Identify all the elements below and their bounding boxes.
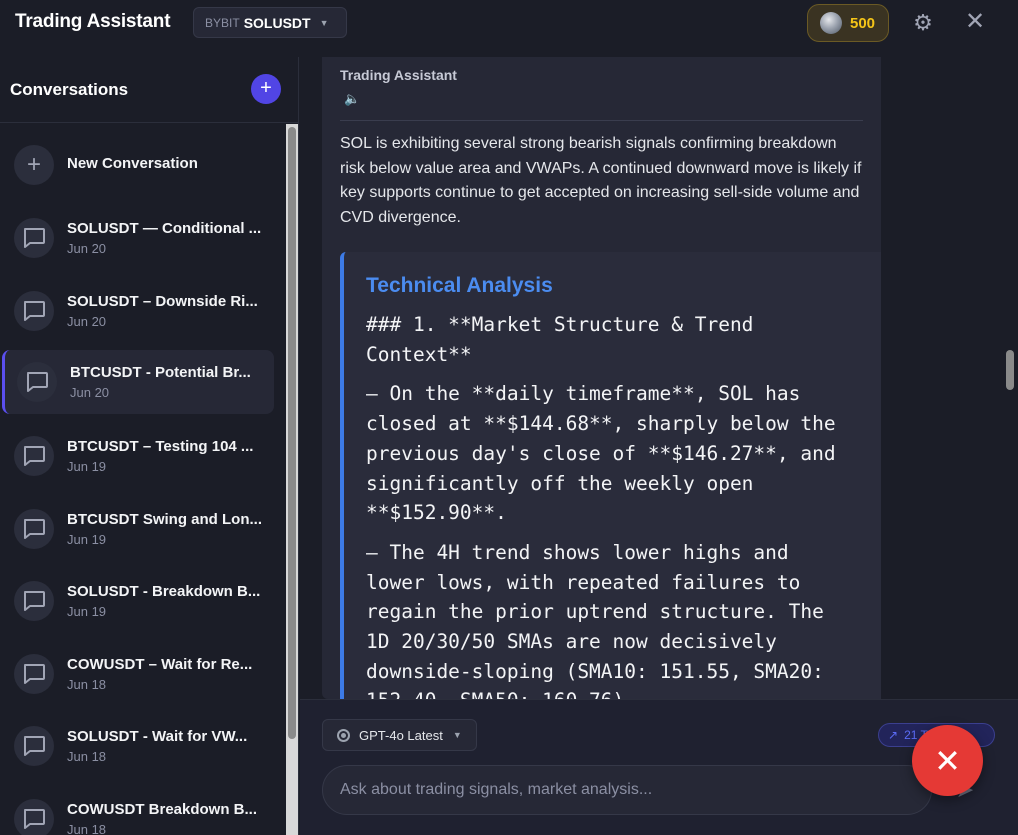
sidebar-scroll-thumb[interactable]: [288, 127, 296, 739]
plus-icon: +: [14, 145, 54, 185]
model-selector[interactable]: GPT-4o Latest ▼: [322, 719, 477, 751]
chat-bubble-icon: [14, 291, 54, 331]
conversation-list: + New Conversation SOLUSDT — Conditional…: [0, 124, 285, 835]
exchange-label: BYBIT: [205, 15, 240, 30]
conversation-item[interactable]: SOLUSDT - Breakdown B... Jun 19: [2, 569, 274, 633]
chat-scroll-thumb[interactable]: [1006, 350, 1014, 390]
credits-badge[interactable]: 500: [807, 4, 889, 42]
add-conversation-button[interactable]: +: [251, 74, 281, 104]
conversation-date: Jun 18: [67, 749, 107, 764]
chat-bubble-icon: [14, 799, 54, 835]
app-root: Trading Assistant BYBIT SOLUSDT ▼ 500 ⚙ …: [0, 0, 1018, 835]
assistant-message: Trading Assistant 🔈 SOL is exhibiting se…: [322, 57, 881, 699]
trending-up-icon: ↗: [888, 728, 899, 742]
conversation-item[interactable]: COWUSDT Breakdown B... Jun 18: [2, 787, 274, 835]
technical-analysis-block: Technical Analysis ### 1. **Market Struc…: [340, 252, 881, 699]
chat-input[interactable]: [322, 765, 932, 815]
app-title: Trading Assistant: [15, 11, 171, 32]
conversation-title: COWUSDT Breakdown B...: [67, 801, 258, 818]
conversation-item[interactable]: SOLUSDT - Wait for VW... Jun 18: [2, 714, 274, 778]
conversation-item[interactable]: COWUSDT – Wait for Re... Jun 18: [2, 642, 274, 706]
conversation-title: SOLUSDT – Downside Ri...: [67, 293, 258, 310]
chevron-down-icon: ▼: [319, 17, 329, 28]
close-icon[interactable]: ✕: [963, 9, 987, 35]
top-bar: Trading Assistant BYBIT SOLUSDT ▼ 500 ⚙ …: [0, 0, 1018, 46]
sidebar-header: Conversations +: [0, 57, 299, 123]
chat-bubble-icon: [14, 436, 54, 476]
analysis-paragraph: – On the **daily timeframe**, SOL has cl…: [366, 382, 848, 525]
gear-icon[interactable]: ⚙: [910, 10, 936, 36]
pair-selector[interactable]: BYBIT SOLUSDT ▼: [193, 7, 347, 38]
chat-bubble-icon: [14, 218, 54, 258]
conversation-item[interactable]: SOLUSDT – Downside Ri... Jun 20: [2, 279, 274, 343]
conversation-date: Jun 18: [67, 822, 107, 835]
analysis-paragraph: ### 1. **Market Structure & Trend Contex…: [366, 313, 766, 366]
new-conversation-label: New Conversation: [67, 155, 198, 172]
new-conversation-button[interactable]: + New Conversation: [2, 133, 274, 197]
conversation-title: BTCUSDT – Testing 104 ...: [67, 438, 254, 455]
coin-icon: [820, 12, 842, 34]
chat-bubble-icon: [14, 726, 54, 766]
conversation-item[interactable]: SOLUSDT — Conditional ... Jun 20: [2, 206, 274, 270]
chat-bubble-icon: [17, 362, 57, 402]
symbol-label: SOLUSDT: [243, 14, 311, 31]
chevron-down-icon: ▼: [452, 730, 462, 740]
speaker-icon[interactable]: 🔈: [344, 91, 360, 107]
credits-value: 500: [850, 14, 876, 32]
chat-area: Trading Assistant 🔈 SOL is exhibiting se…: [300, 57, 1004, 699]
conversation-item[interactable]: BTCUSDT Swing and Lon... Jun 19: [2, 497, 274, 561]
sidebar-title: Conversations: [10, 80, 129, 99]
conversation-date: Jun 20: [70, 385, 110, 400]
conversation-date: Jun 20: [67, 314, 107, 329]
close-chat-button[interactable]: ✕: [912, 725, 983, 796]
chat-bubble-icon: [14, 581, 54, 621]
conversation-title: SOLUSDT - Breakdown B...: [67, 583, 261, 600]
message-summary: SOL is exhibiting several strong bearish…: [340, 135, 862, 226]
analysis-body: ### 1. **Market Structure & Trend Contex…: [366, 310, 846, 699]
analysis-heading: Technical Analysis: [366, 274, 553, 297]
conversation-title: SOLUSDT — Conditional ...: [67, 220, 262, 237]
conversation-date: Jun 19: [67, 459, 107, 474]
conversation-title: COWUSDT – Wait for Re...: [67, 656, 253, 673]
divider: [340, 120, 863, 121]
analysis-paragraph: – The 4H trend shows lower highs and low…: [366, 540, 824, 699]
model-label: GPT-4o Latest: [359, 727, 443, 743]
message-author: Trading Assistant: [340, 67, 457, 83]
conversation-date: Jun 18: [67, 677, 107, 692]
conversation-item-active[interactable]: BTCUSDT - Potential Br... Jun 20: [2, 350, 274, 414]
conversation-title: BTCUSDT - Potential Br...: [70, 364, 251, 381]
sidebar: Conversations + + New Conversation SOLUS…: [0, 57, 299, 835]
chat-bubble-icon: [14, 654, 54, 694]
conversation-date: Jun 19: [67, 604, 107, 619]
conversation-title: BTCUSDT Swing and Lon...: [67, 511, 262, 528]
conversation-item[interactable]: BTCUSDT – Testing 104 ... Jun 19: [2, 424, 274, 488]
chat-bubble-icon: [14, 509, 54, 549]
conversation-date: Jun 19: [67, 532, 107, 547]
conversation-title: SOLUSDT - Wait for VW...: [67, 728, 248, 745]
composer: GPT-4o Latest ▼ ↗ 21 Triggers ➤: [300, 699, 1018, 835]
conversation-date: Jun 20: [67, 241, 107, 256]
model-icon: [337, 728, 350, 742]
